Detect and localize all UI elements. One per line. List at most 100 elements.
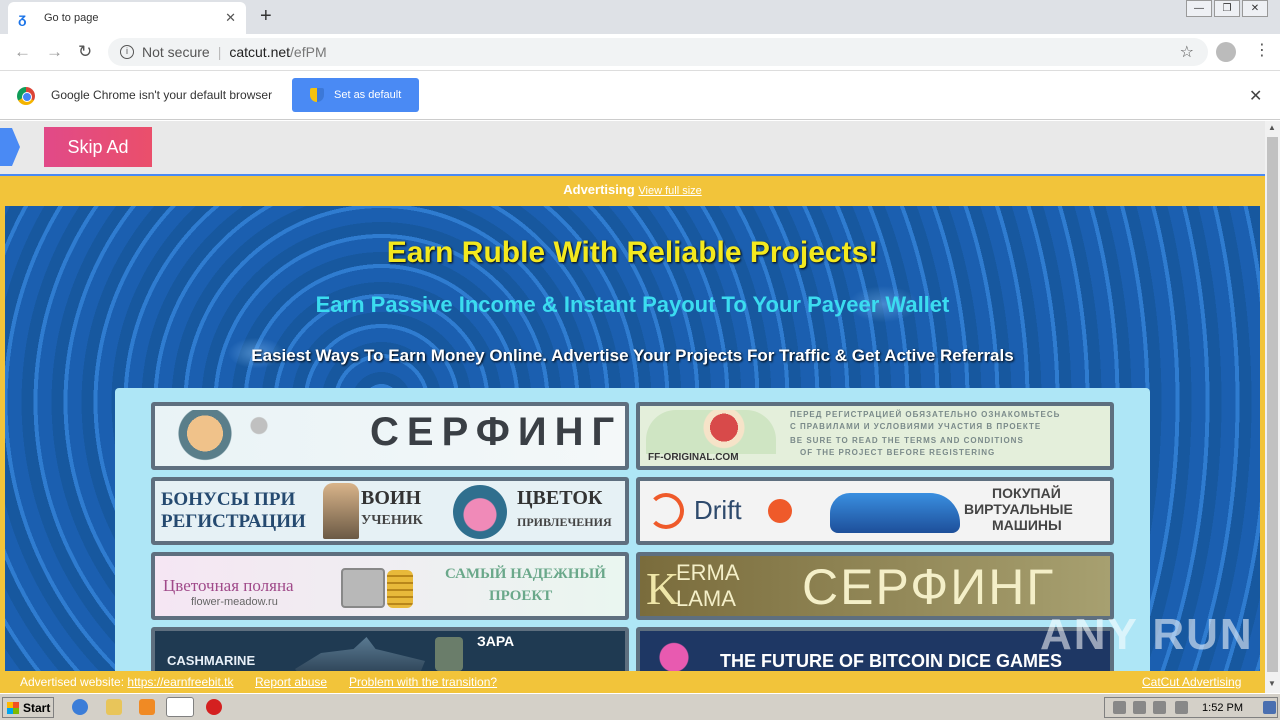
reload-icon[interactable]: ↻ [78,42,92,62]
scroll-up-icon[interactable]: ▲ [1268,123,1276,132]
ad-footer: Advertised website: https://earnfreebit.… [0,671,1265,693]
banner-text: С ПРАВИЛАМИ И УСЛОВИЯМИ УЧАСТИЯ В ПРОЕКТ… [790,422,1042,431]
infobar-message: Google Chrome isn't your default browser [51,88,273,102]
banner-text: ПОКУПАЙ [992,485,1061,501]
banner-text: ЦВЕТОК [517,487,603,509]
safe-icon [341,568,385,608]
start-label: Start [23,700,51,715]
banner-text: CASHMARINE [167,653,256,668]
tab-close-icon[interactable]: ✕ [225,10,236,26]
banner-text: Цветочная поляна [163,576,294,595]
anyrun-watermark: ANY RUN [1040,610,1254,659]
report-abuse-link[interactable]: Report abuse [255,675,327,689]
banner-text: ПЕРЕД РЕГИСТРАЦИЕЙ ОБЯЗАТЕЛЬНО ОЗНАКОМЬТ… [790,410,1061,419]
windows-taskbar: Start 1:52 PM [0,693,1280,720]
restore-icon[interactable]: ❐ [1214,0,1240,17]
banner-flower-meadow[interactable]: Цветочная поляна flower-meadow.ru САМЫЙ … [151,552,629,620]
ff-mascot-icon [646,410,776,454]
problem-transition-link[interactable]: Problem with the transition? [349,675,497,689]
banner-drift[interactable]: Drift ПОКУПАЙ ВИРТУАЛЬНЫЕ МАШИНЫ [636,477,1114,545]
forward-icon[interactable]: → [46,42,63,62]
tab-title: Go to page [44,12,99,24]
opera-icon[interactable] [206,699,222,715]
banner-text: БОНУСЫ ПРИ [161,489,296,510]
security-label: Not secure [142,44,210,60]
banner-text: THE FUTURE OF BITCOIN DICE GAMES [720,651,1062,671]
url-path: /efPM [290,44,327,60]
info-icon[interactable]: i [120,45,134,59]
profile-avatar-icon[interactable] [1216,42,1236,62]
flag-tray-icon[interactable] [1175,701,1188,714]
banner-text: OF THE PROJECT BEFORE REGISTERING [800,448,996,457]
arrow-tab-icon[interactable] [0,128,20,166]
start-button[interactable]: Start [2,697,54,718]
banner-bonuses[interactable]: БОНУСЫ ПРИ РЕГИСТРАЦИИ ВОИН УЧЕНИК ЦВЕТО… [151,477,629,545]
bookmark-star-icon[interactable]: ☆ [1180,42,1194,62]
warrior-icon [323,483,359,539]
minimize-icon[interactable]: — [1186,0,1212,17]
tray-arrow-icon[interactable] [1113,701,1126,714]
view-full-size-link[interactable]: View full size [638,185,701,197]
taskbar-clock: 1:52 PM [1202,702,1243,714]
tab-go-to-page[interactable]: ᵹ Go to page ✕ [8,2,246,34]
address-bar[interactable]: i Not secure | catcut.net /efPM ☆ [108,38,1208,66]
drift-logo-icon [648,493,684,529]
infobar-close-icon[interactable]: ✕ [1249,86,1262,106]
ad-subheadline: Earn Passive Income & Instant Payout To … [315,292,950,317]
banner-text: LAMA [676,586,736,611]
network-icon[interactable] [1153,701,1166,714]
show-desktop-icon[interactable] [1263,701,1276,714]
default-browser-infobar: Google Chrome isn't your default browser… [0,71,1280,120]
banner-text: МАШИНЫ [992,517,1062,533]
banner-serfing-pirate[interactable]: СЕРФИНГ [151,402,629,470]
advertised-url-link[interactable]: https://earnfreebit.tk [127,675,233,689]
new-tab-icon[interactable]: + [260,5,272,28]
banner-text: flower-meadow.ru [191,596,278,608]
page-content: Skip Ad Advertising View full size Earn … [0,121,1265,693]
banner-text: BE SURE TO READ THE TERMS AND CONDITIONS [790,436,1024,445]
catcut-advertising-link[interactable]: CatCut Advertising [1142,675,1241,689]
banner-text: Drift [694,495,742,525]
media-player-icon[interactable] [139,699,155,715]
browser-toolbar: ← → ↻ i Not secure | catcut.net /efPM ☆ … [0,34,1280,71]
advertising-label: Advertising [563,182,635,197]
banner-text: СЕРФИНГ [370,410,623,454]
banner-text: РЕГИСТРАЦИИ [161,511,306,532]
uac-shield-icon [310,88,324,102]
tab-strip: ᵹ Go to page ✕ + — ❐ ✕ [0,0,1280,34]
chrome-logo-icon [17,87,35,105]
ad-tagline: Easiest Ways To Earn Money Online. Adver… [251,346,1014,365]
window-close-icon[interactable]: ✕ [1242,0,1268,17]
banner-text: САМЫЙ НАДЕЖНЫЙ [445,566,606,582]
ad-header: Advertising View full size [0,182,1265,197]
k-logo-icon: K [646,563,680,614]
cat-mascot-icon [654,637,694,671]
ie-icon[interactable] [72,699,88,715]
cart-icon [768,499,792,523]
url-domain: catcut.net [229,44,291,60]
system-tray: 1:52 PM [1104,697,1278,718]
banner-text: ПРОЕКТ [489,588,553,604]
banner-panel: СЕРФИНГ ПЕРЕД РЕГИСТРАЦИЕЙ ОБЯЗАТЕЛЬНО О… [115,388,1150,693]
banner-ff-original[interactable]: ПЕРЕД РЕГИСТРАЦИЕЙ ОБЯЗАТЕЛЬНО ОЗНАКОМЬТ… [636,402,1114,470]
windows-flag-icon [7,701,19,714]
page-scrollbar[interactable]: ▲ ▼ [1265,121,1280,693]
soldier-icon [435,637,463,671]
volume-icon[interactable] [1133,701,1146,714]
banner-text: ВОИН [361,487,422,509]
chrome-taskbar-button[interactable] [166,697,194,717]
chrome-menu-icon[interactable]: ⋮ [1254,40,1270,60]
ad-headline: Earn Ruble With Reliable Projects! [386,236,879,269]
banner-text: ВИРТУАЛЬНЫЕ [964,501,1073,517]
banner-text: FF-ORIGINAL.COM [648,452,739,463]
advertised-label: Advertised website: [20,675,125,689]
scroll-thumb[interactable] [1267,137,1278,672]
url-separator: | [217,44,222,60]
explorer-icon[interactable] [106,699,122,715]
back-icon[interactable]: ← [14,42,31,62]
scroll-down-icon[interactable]: ▼ [1268,679,1276,688]
set-as-default-button[interactable]: Set as default [292,78,419,112]
banner-text: УЧЕНИК [361,513,423,528]
banner-text: ПРИВЛЕЧЕНИЯ [517,515,612,529]
skip-ad-button[interactable]: Skip Ad [44,127,152,167]
